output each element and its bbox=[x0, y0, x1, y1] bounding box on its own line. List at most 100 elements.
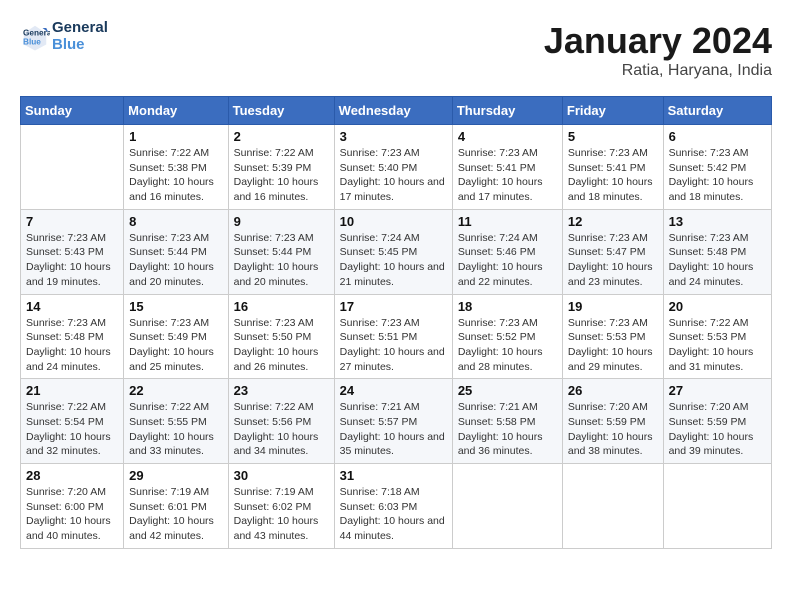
day-number: 2 bbox=[234, 129, 329, 144]
day-info: Sunrise: 7:21 AMSunset: 5:58 PMDaylight:… bbox=[458, 400, 557, 459]
day-number: 20 bbox=[669, 299, 766, 314]
table-row: 22 Sunrise: 7:22 AMSunset: 5:55 PMDaylig… bbox=[124, 379, 228, 464]
day-number: 5 bbox=[568, 129, 658, 144]
day-number: 12 bbox=[568, 214, 658, 229]
table-row: 9 Sunrise: 7:23 AMSunset: 5:44 PMDayligh… bbox=[228, 209, 334, 294]
day-info: Sunrise: 7:23 AMSunset: 5:49 PMDaylight:… bbox=[129, 316, 222, 375]
day-number: 7 bbox=[26, 214, 118, 229]
table-row: 4 Sunrise: 7:23 AMSunset: 5:41 PMDayligh… bbox=[452, 125, 562, 210]
day-info: Sunrise: 7:23 AMSunset: 5:41 PMDaylight:… bbox=[458, 146, 557, 205]
month-title: January 2024 bbox=[544, 20, 772, 62]
table-row: 15 Sunrise: 7:23 AMSunset: 5:49 PMDaylig… bbox=[124, 294, 228, 379]
day-info: Sunrise: 7:21 AMSunset: 5:57 PMDaylight:… bbox=[340, 400, 447, 459]
day-info: Sunrise: 7:23 AMSunset: 5:48 PMDaylight:… bbox=[669, 231, 766, 290]
calendar-table: Sunday Monday Tuesday Wednesday Thursday… bbox=[20, 96, 772, 549]
col-thursday: Thursday bbox=[452, 97, 562, 125]
day-info: Sunrise: 7:22 AMSunset: 5:39 PMDaylight:… bbox=[234, 146, 329, 205]
col-sunday: Sunday bbox=[21, 97, 124, 125]
location-subtitle: Ratia, Haryana, India bbox=[544, 62, 772, 80]
table-row: 18 Sunrise: 7:23 AMSunset: 5:52 PMDaylig… bbox=[452, 294, 562, 379]
calendar-header-row: Sunday Monday Tuesday Wednesday Thursday… bbox=[21, 97, 772, 125]
day-info: Sunrise: 7:19 AMSunset: 6:01 PMDaylight:… bbox=[129, 485, 222, 544]
day-number: 26 bbox=[568, 383, 658, 398]
day-number: 16 bbox=[234, 299, 329, 314]
day-info: Sunrise: 7:23 AMSunset: 5:50 PMDaylight:… bbox=[234, 316, 329, 375]
page-header: General Blue General Blue January 2024 R… bbox=[20, 20, 772, 80]
day-number: 25 bbox=[458, 383, 557, 398]
table-row: 26 Sunrise: 7:20 AMSunset: 5:59 PMDaylig… bbox=[562, 379, 663, 464]
title-block: January 2024 Ratia, Haryana, India bbox=[544, 20, 772, 80]
table-row bbox=[452, 464, 562, 549]
day-number: 31 bbox=[340, 468, 447, 483]
day-info: Sunrise: 7:23 AMSunset: 5:40 PMDaylight:… bbox=[340, 146, 447, 205]
table-row: 2 Sunrise: 7:22 AMSunset: 5:39 PMDayligh… bbox=[228, 125, 334, 210]
logo: General Blue General Blue bbox=[20, 20, 108, 53]
day-number: 8 bbox=[129, 214, 222, 229]
day-info: Sunrise: 7:23 AMSunset: 5:51 PMDaylight:… bbox=[340, 316, 447, 375]
table-row: 23 Sunrise: 7:22 AMSunset: 5:56 PMDaylig… bbox=[228, 379, 334, 464]
table-row: 20 Sunrise: 7:22 AMSunset: 5:53 PMDaylig… bbox=[663, 294, 771, 379]
day-number: 14 bbox=[26, 299, 118, 314]
day-number: 29 bbox=[129, 468, 222, 483]
table-row: 12 Sunrise: 7:23 AMSunset: 5:47 PMDaylig… bbox=[562, 209, 663, 294]
table-row bbox=[21, 125, 124, 210]
logo-text-blue: Blue bbox=[52, 37, 108, 54]
table-row: 16 Sunrise: 7:23 AMSunset: 5:50 PMDaylig… bbox=[228, 294, 334, 379]
day-number: 22 bbox=[129, 383, 222, 398]
day-info: Sunrise: 7:23 AMSunset: 5:48 PMDaylight:… bbox=[26, 316, 118, 375]
day-info: Sunrise: 7:23 AMSunset: 5:44 PMDaylight:… bbox=[234, 231, 329, 290]
table-row: 27 Sunrise: 7:20 AMSunset: 5:59 PMDaylig… bbox=[663, 379, 771, 464]
table-row: 29 Sunrise: 7:19 AMSunset: 6:01 PMDaylig… bbox=[124, 464, 228, 549]
table-row: 7 Sunrise: 7:23 AMSunset: 5:43 PMDayligh… bbox=[21, 209, 124, 294]
table-row: 8 Sunrise: 7:23 AMSunset: 5:44 PMDayligh… bbox=[124, 209, 228, 294]
day-number: 21 bbox=[26, 383, 118, 398]
day-number: 24 bbox=[340, 383, 447, 398]
table-row: 31 Sunrise: 7:18 AMSunset: 6:03 PMDaylig… bbox=[334, 464, 452, 549]
day-number: 28 bbox=[26, 468, 118, 483]
day-info: Sunrise: 7:23 AMSunset: 5:44 PMDaylight:… bbox=[129, 231, 222, 290]
day-number: 11 bbox=[458, 214, 557, 229]
table-row: 24 Sunrise: 7:21 AMSunset: 5:57 PMDaylig… bbox=[334, 379, 452, 464]
day-info: Sunrise: 7:24 AMSunset: 5:46 PMDaylight:… bbox=[458, 231, 557, 290]
day-number: 18 bbox=[458, 299, 557, 314]
day-info: Sunrise: 7:23 AMSunset: 5:41 PMDaylight:… bbox=[568, 146, 658, 205]
day-info: Sunrise: 7:18 AMSunset: 6:03 PMDaylight:… bbox=[340, 485, 447, 544]
table-row: 3 Sunrise: 7:23 AMSunset: 5:40 PMDayligh… bbox=[334, 125, 452, 210]
table-row: 6 Sunrise: 7:23 AMSunset: 5:42 PMDayligh… bbox=[663, 125, 771, 210]
day-info: Sunrise: 7:22 AMSunset: 5:53 PMDaylight:… bbox=[669, 316, 766, 375]
col-monday: Monday bbox=[124, 97, 228, 125]
day-info: Sunrise: 7:22 AMSunset: 5:56 PMDaylight:… bbox=[234, 400, 329, 459]
day-info: Sunrise: 7:20 AMSunset: 5:59 PMDaylight:… bbox=[669, 400, 766, 459]
day-info: Sunrise: 7:22 AMSunset: 5:55 PMDaylight:… bbox=[129, 400, 222, 459]
table-row: 17 Sunrise: 7:23 AMSunset: 5:51 PMDaylig… bbox=[334, 294, 452, 379]
table-row bbox=[663, 464, 771, 549]
col-friday: Friday bbox=[562, 97, 663, 125]
day-info: Sunrise: 7:23 AMSunset: 5:42 PMDaylight:… bbox=[669, 146, 766, 205]
table-row: 30 Sunrise: 7:19 AMSunset: 6:02 PMDaylig… bbox=[228, 464, 334, 549]
table-row: 13 Sunrise: 7:23 AMSunset: 5:48 PMDaylig… bbox=[663, 209, 771, 294]
table-row: 25 Sunrise: 7:21 AMSunset: 5:58 PMDaylig… bbox=[452, 379, 562, 464]
day-number: 10 bbox=[340, 214, 447, 229]
day-info: Sunrise: 7:20 AMSunset: 6:00 PMDaylight:… bbox=[26, 485, 118, 544]
table-row: 14 Sunrise: 7:23 AMSunset: 5:48 PMDaylig… bbox=[21, 294, 124, 379]
logo-text-general: General bbox=[52, 20, 108, 37]
day-info: Sunrise: 7:23 AMSunset: 5:43 PMDaylight:… bbox=[26, 231, 118, 290]
day-info: Sunrise: 7:22 AMSunset: 5:38 PMDaylight:… bbox=[129, 146, 222, 205]
col-tuesday: Tuesday bbox=[228, 97, 334, 125]
table-row: 19 Sunrise: 7:23 AMSunset: 5:53 PMDaylig… bbox=[562, 294, 663, 379]
day-info: Sunrise: 7:22 AMSunset: 5:54 PMDaylight:… bbox=[26, 400, 118, 459]
table-row: 21 Sunrise: 7:22 AMSunset: 5:54 PMDaylig… bbox=[21, 379, 124, 464]
day-info: Sunrise: 7:24 AMSunset: 5:45 PMDaylight:… bbox=[340, 231, 447, 290]
logo-icon: General Blue bbox=[20, 22, 50, 52]
table-row: 10 Sunrise: 7:24 AMSunset: 5:45 PMDaylig… bbox=[334, 209, 452, 294]
day-number: 30 bbox=[234, 468, 329, 483]
svg-text:Blue: Blue bbox=[23, 37, 41, 46]
day-number: 3 bbox=[340, 129, 447, 144]
day-number: 27 bbox=[669, 383, 766, 398]
col-saturday: Saturday bbox=[663, 97, 771, 125]
day-info: Sunrise: 7:23 AMSunset: 5:53 PMDaylight:… bbox=[568, 316, 658, 375]
col-wednesday: Wednesday bbox=[334, 97, 452, 125]
day-number: 19 bbox=[568, 299, 658, 314]
table-row: 11 Sunrise: 7:24 AMSunset: 5:46 PMDaylig… bbox=[452, 209, 562, 294]
day-info: Sunrise: 7:23 AMSunset: 5:52 PMDaylight:… bbox=[458, 316, 557, 375]
